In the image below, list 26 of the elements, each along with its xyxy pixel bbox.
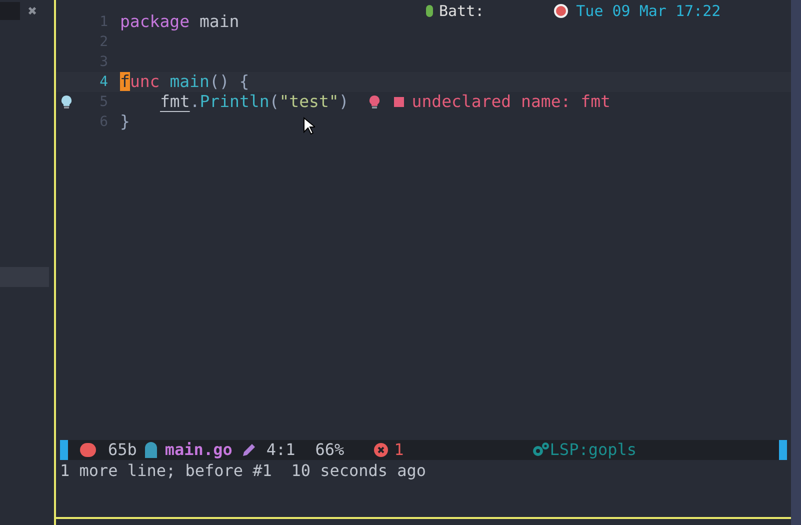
diagnostic-message: undeclared name: fmt xyxy=(412,92,610,112)
message-line: 1 more line; before #1 10 seconds ago xyxy=(60,461,428,481)
date-time: Tue 09 Mar 17:22 xyxy=(576,1,721,22)
lsp-status: LSP:gopls xyxy=(550,439,636,461)
pencil-icon xyxy=(242,443,256,457)
code-line: fmt.Println("test") xyxy=(160,92,349,112)
clock-icon xyxy=(554,4,568,18)
lightbulb-icon xyxy=(60,95,72,109)
code-line: func main() { xyxy=(120,72,250,92)
close-icon[interactable]: ✖ xyxy=(28,4,38,18)
line-number: 4 xyxy=(98,73,108,92)
code-line: package main xyxy=(120,12,240,32)
error-count: 1 xyxy=(394,439,404,461)
error-marker-icon xyxy=(394,97,404,107)
status-edge-marker xyxy=(60,440,68,460)
battery-icon xyxy=(426,5,433,18)
status-edge-marker xyxy=(779,440,787,460)
battery-label: Batt: xyxy=(439,1,484,22)
mouse-pointer-icon xyxy=(303,117,315,135)
code-line: } xyxy=(120,112,130,132)
cursor-position: 4:1 xyxy=(266,439,296,461)
error-icon xyxy=(374,443,388,457)
buffer-size: 65b xyxy=(108,439,137,461)
scroll-percent: 66% xyxy=(315,439,344,461)
file-name: main.go xyxy=(164,439,232,461)
lightbulb-icon xyxy=(368,95,380,109)
